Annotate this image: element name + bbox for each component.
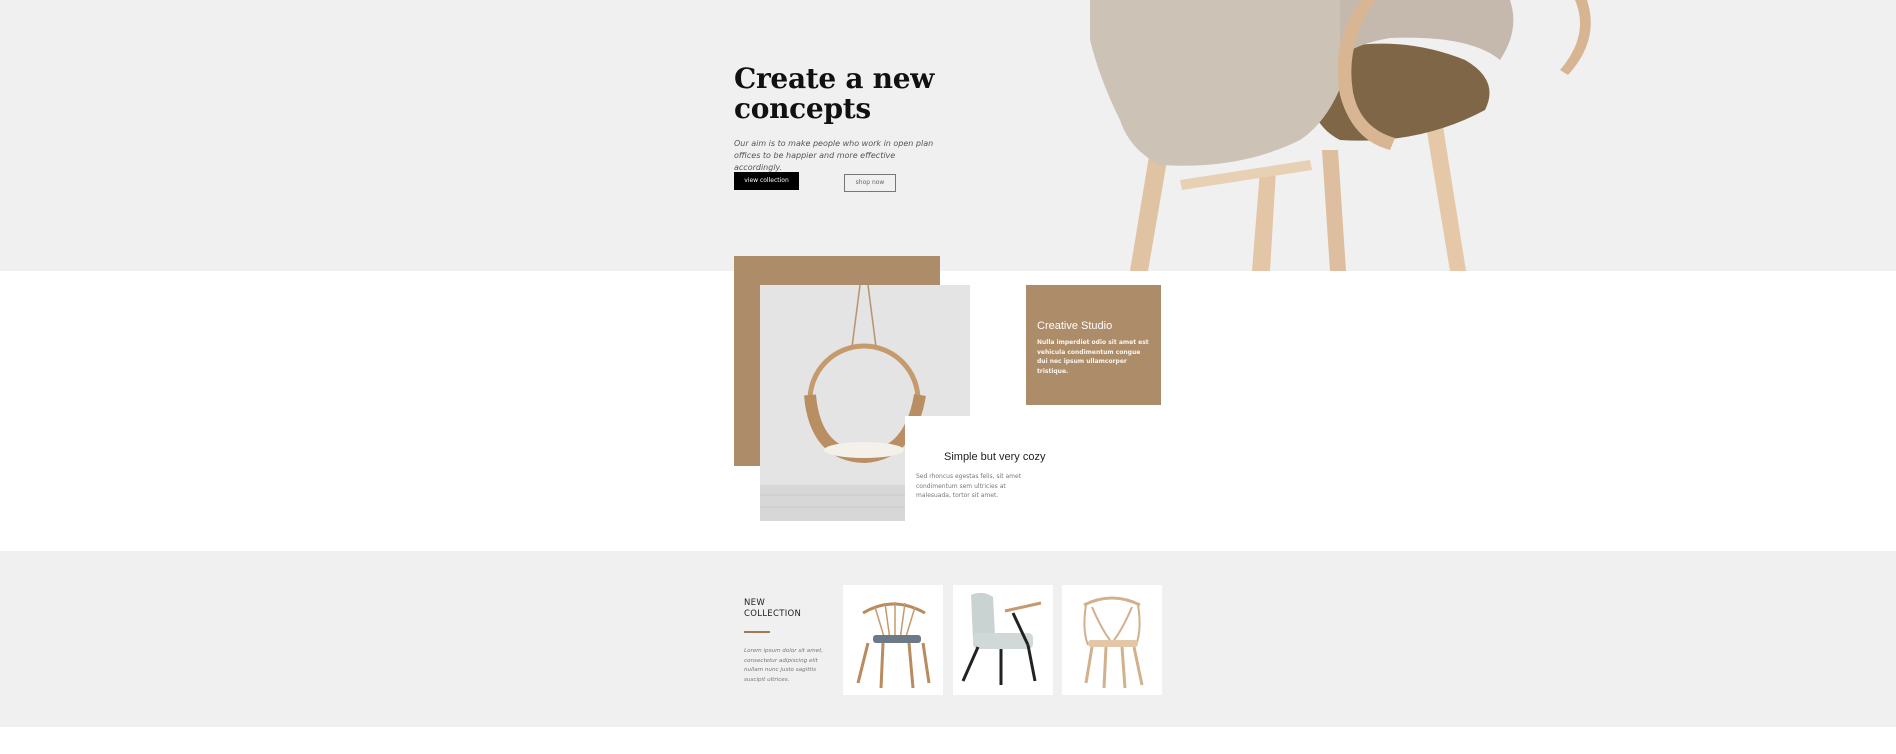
lounge-chair-image xyxy=(961,592,1042,685)
image-cutout xyxy=(905,416,975,526)
creative-studio-text: Nulla imperdiet odio sit amet est vehicu… xyxy=(1037,339,1149,375)
product-card-wishbone-chair[interactable] xyxy=(1062,585,1162,695)
product-card-wooden-chair[interactable] xyxy=(843,585,943,695)
view-collection-button[interactable]: view collection xyxy=(734,172,799,190)
hero-title: Create a new concepts xyxy=(734,62,935,125)
creative-studio-card: Creative Studio Nulla imperdiet odio sit… xyxy=(1026,285,1161,405)
creative-studio-title: Creative Studio xyxy=(1037,320,1113,332)
collection-divider xyxy=(744,631,770,633)
collection-section xyxy=(0,551,1896,727)
wooden-chair-image xyxy=(856,602,931,689)
wishbone-chair-image xyxy=(1083,596,1144,689)
product-card-lounge-chair[interactable] xyxy=(953,585,1053,695)
armchair-image xyxy=(1090,0,1591,271)
collection-heading: NEW COLLECTION xyxy=(744,598,801,620)
collection-description: Lorem ipsum dolor sit amet, consectetur … xyxy=(744,648,824,683)
collection-heading-line1: NEW xyxy=(744,598,766,608)
collection-heading-line2: COLLECTION xyxy=(744,609,802,619)
feature-text: Sed rhoncus egestas felis, sit amet cond… xyxy=(916,473,1022,499)
hero-description: Our aim is to make people who work in op… xyxy=(734,139,934,172)
hero-section: Create a new concepts Our aim is to make… xyxy=(0,0,1896,271)
feature-title: Simple but very cozy xyxy=(944,451,1046,463)
shop-now-button[interactable]: shop now xyxy=(844,174,896,192)
